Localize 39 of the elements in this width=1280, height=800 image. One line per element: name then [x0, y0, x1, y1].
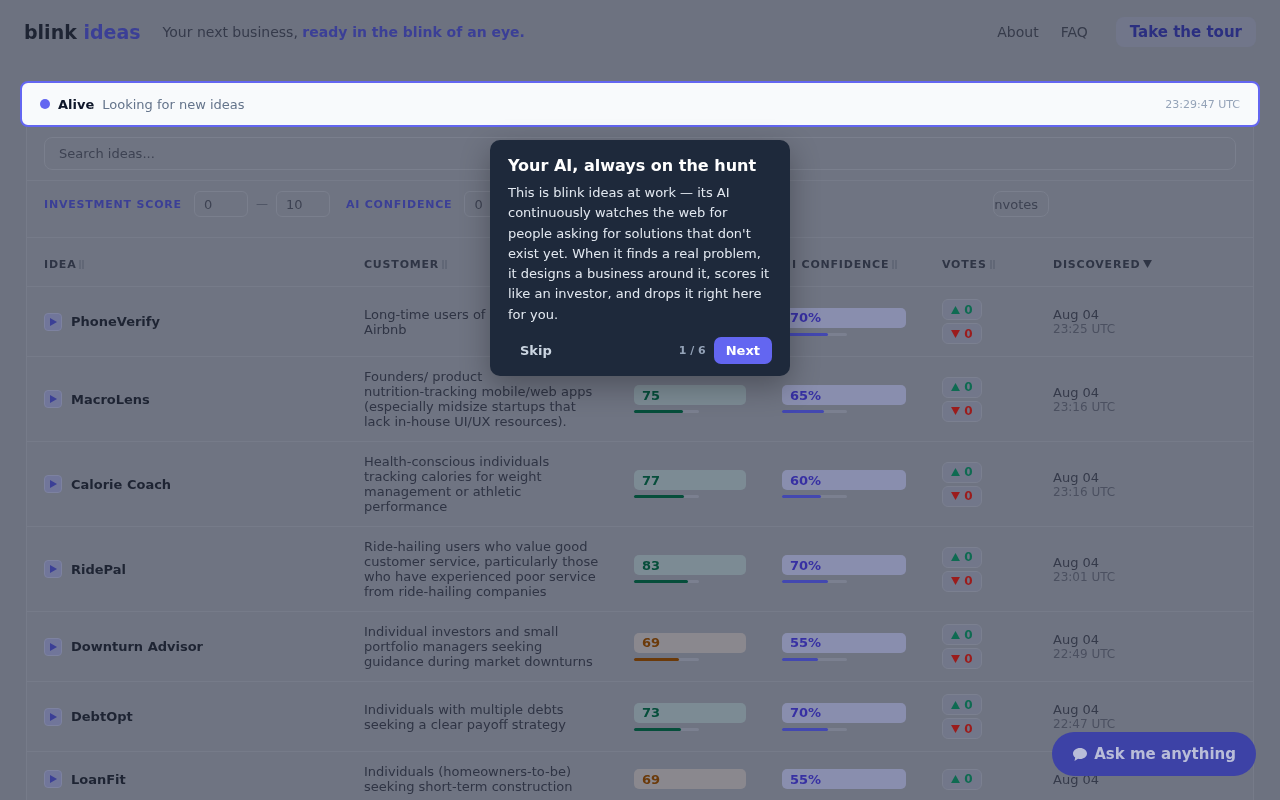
discovered-date: Aug 04: [1053, 554, 1101, 570]
idea-name: Downturn Advisor: [71, 639, 204, 654]
score-value: 69: [634, 632, 746, 653]
score-value: 69: [634, 769, 746, 789]
customer-text: Individuals (homeowners-to-be) seeking short-term construction: [364, 764, 573, 794]
confidence-value: 70%: [782, 555, 906, 575]
confidence-value: 65%: [782, 385, 906, 405]
discovered-date: Aug 04: [1053, 307, 1101, 322]
confidence-value: 55%: [782, 632, 906, 653]
confidence-value: 60%: [782, 470, 906, 490]
score-value: 83: [634, 555, 746, 575]
discovered-date: Aug 04: [1053, 702, 1101, 717]
status-message: Looking for new ideas: [102, 96, 246, 112]
customer-text: Health-conscious individuals tracking calories for weight management or athletic performance: [364, 454, 550, 514]
customer-text: Individual investors and small portfolio managers seeking guidance during market downturns: [364, 624, 593, 669]
score-value: 75: [634, 385, 746, 405]
popover-title: Your AI, always on the hunt: [508, 156, 758, 175]
discovered-date: Aug 04: [1053, 469, 1101, 485]
range-separator: —: [255, 197, 268, 211]
idea-name: LoanFit: [71, 771, 126, 787]
discovered-date: Aug 04: [1053, 384, 1101, 400]
confidence-value: 55%: [782, 769, 906, 789]
customer-text: Founders/ product nutrition-tracking mobile/web apps (especially midsize startups that lack in-house UI/UX resources).: [364, 369, 593, 429]
score-value: 77: [634, 470, 746, 490]
step-counter: 1 / 6: [678, 344, 706, 358]
popover-text: This is blink ideas at work — its AI continuously watches the web for people asking for solutions that don't exist yet. When it finds a real problem, it designs a business around it, scores it like an investor, and drops it right here for you.: [508, 184, 771, 324]
score-value: 73: [634, 702, 746, 723]
idea-name: Calorie Coach: [71, 476, 172, 492]
idea-name: MacroLens: [71, 391, 150, 407]
confidence-value: 70%: [782, 702, 906, 723]
status-time: 23:29:47 UTC: [1165, 97, 1240, 111]
idea-name: DebtOpt: [71, 709, 133, 724]
status-label: Alive: [58, 96, 95, 112]
discovered-date: Aug 04: [1053, 632, 1101, 647]
idea-name: PhoneVerify: [71, 314, 160, 329]
customer-text: Long-time users of Airbnb: [364, 306, 486, 337]
customer-text: Ride-hailing users who value good customer service, particularly those who have experienced poor service from ride-hailing companies: [364, 539, 599, 599]
customer-text: Individuals with multiple debts seeking a clear payoff strategy: [364, 701, 566, 732]
idea-name: RidePal: [71, 561, 126, 577]
